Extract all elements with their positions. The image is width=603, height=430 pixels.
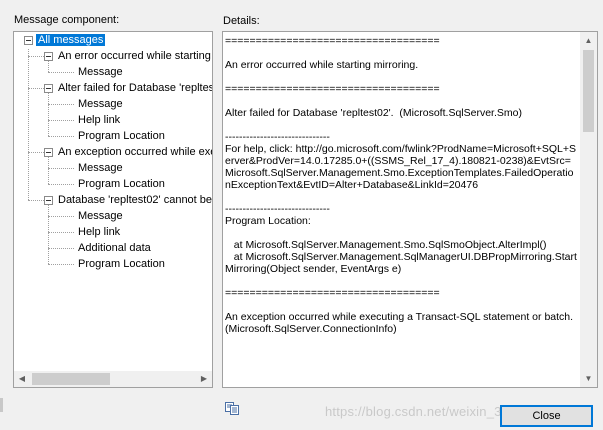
tree-connector xyxy=(48,248,74,249)
tree-connector xyxy=(48,93,49,136)
details-vertical-scrollbar[interactable]: ▲ ▼ xyxy=(580,32,597,387)
tree-group-node[interactable]: An exception occurred while exe xyxy=(56,145,213,160)
tree-connector xyxy=(48,232,74,233)
details-text-area[interactable]: =================================== An e… xyxy=(222,31,598,388)
tree-connector xyxy=(28,56,44,57)
tree-connector xyxy=(48,184,74,185)
tree-connector xyxy=(48,61,49,72)
tree-leaf-node[interactable]: Program Location xyxy=(76,177,167,192)
tree-node-label: Message xyxy=(78,162,123,174)
collapse-icon[interactable] xyxy=(44,148,53,157)
tree-node-label: All messages xyxy=(36,34,106,46)
close-button[interactable]: Close xyxy=(500,405,593,427)
tree-node-label: Message xyxy=(78,98,123,110)
details-label: Details: xyxy=(223,15,260,27)
tree-leaf-node[interactable]: Help link xyxy=(76,225,122,240)
tree-group-node[interactable]: An error occurred while starting m xyxy=(56,49,213,64)
tree-connector xyxy=(48,72,74,73)
tree-connector xyxy=(48,216,74,217)
tree-leaf-node[interactable]: Help link xyxy=(76,113,122,128)
tree-node-label: Additional data xyxy=(78,242,151,254)
window-edge xyxy=(0,398,3,412)
tree-root-node[interactable]: All messages xyxy=(36,33,106,48)
tree-node-label: Help link xyxy=(78,114,121,126)
tree-node-label: An error occurred while starting m xyxy=(58,50,213,62)
tree-leaf-node[interactable]: Message xyxy=(76,65,125,80)
tree-connector xyxy=(28,88,44,89)
details-scroll-thumb[interactable] xyxy=(583,50,594,132)
tree-connector xyxy=(28,200,44,201)
tree-connector xyxy=(48,120,74,121)
tree-node-label: Alter failed for Database 'repltest xyxy=(58,82,213,94)
tree-leaf-node[interactable]: Message xyxy=(76,161,125,176)
scroll-up-icon[interactable]: ▲ xyxy=(580,32,597,49)
tree-connector xyxy=(48,264,74,265)
details-text: =================================== An e… xyxy=(225,35,577,335)
tree-connector xyxy=(48,104,74,105)
collapse-icon[interactable] xyxy=(24,36,33,45)
tree-node-label: Program Location xyxy=(78,258,165,270)
message-tree[interactable]: All messages An error occurred while star… xyxy=(13,31,213,388)
tree-group-node[interactable]: Alter failed for Database 'repltest xyxy=(56,81,213,96)
tree-leaf-node[interactable]: Program Location xyxy=(76,129,167,144)
scroll-right-icon[interactable]: ▶ xyxy=(196,371,212,387)
tree-node-label: Help link xyxy=(78,226,121,238)
tree-node-label: Program Location xyxy=(78,130,165,142)
collapse-icon[interactable] xyxy=(44,84,53,93)
scroll-left-icon[interactable]: ◀ xyxy=(14,371,30,387)
tree-leaf-node[interactable]: Message xyxy=(76,209,125,224)
tree-node-label: Message xyxy=(78,66,123,78)
tree-horizontal-scrollbar[interactable]: ◀ ▶ xyxy=(14,371,212,387)
tree-group-node[interactable]: Database 'repltest02' cannot be xyxy=(56,193,213,208)
tree-node-label: An exception occurred while exe xyxy=(58,146,213,158)
tree-leaf-node[interactable]: Additional data xyxy=(76,241,153,256)
tree-node-label: Message xyxy=(78,210,123,222)
tree-connector xyxy=(48,136,74,137)
tree-connector xyxy=(28,152,44,153)
tree-connector xyxy=(48,157,49,184)
tree-node-label: Program Location xyxy=(78,178,165,190)
collapse-icon[interactable] xyxy=(44,196,53,205)
tree-connector xyxy=(28,49,29,200)
copy-icon[interactable] xyxy=(225,402,239,415)
tree-connector xyxy=(48,205,49,264)
scroll-down-icon[interactable]: ▼ xyxy=(580,370,597,387)
tree-connector xyxy=(48,168,74,169)
collapse-icon[interactable] xyxy=(44,52,53,61)
tree-leaf-node[interactable]: Program Location xyxy=(76,257,167,272)
message-component-label: Message component: xyxy=(14,14,120,26)
tree-scroll-thumb[interactable] xyxy=(32,373,110,385)
tree-leaf-node[interactable]: Message xyxy=(76,97,125,112)
tree-node-label: Database 'repltest02' cannot be xyxy=(58,194,213,206)
